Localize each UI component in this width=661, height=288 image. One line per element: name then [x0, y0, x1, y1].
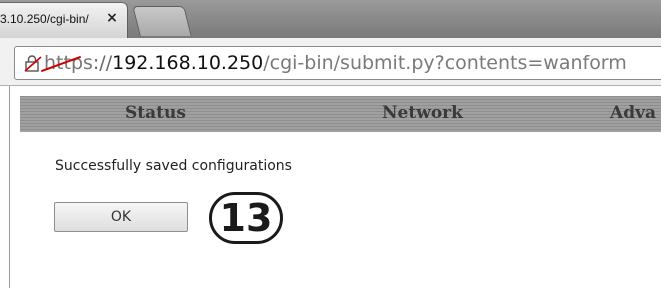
nav-item-network[interactable]: Network: [382, 103, 463, 123]
browser-tab[interactable]: 3.10.250/cgi-bin/ ×: [0, 2, 128, 38]
browser-toolbar: https://192.168.10.250/cgi-bin/submit.py…: [0, 38, 661, 86]
address-bar[interactable]: https://192.168.10.250/cgi-bin/submit.py…: [14, 46, 661, 80]
url-text: https://192.168.10.250/cgi-bin/submit.py…: [40, 51, 627, 75]
url-path: /cgi-bin/submit.py?contents=wanform: [263, 52, 627, 74]
router-nav-bar: Status Network Adva: [20, 96, 661, 132]
broken-lock-icon[interactable]: [24, 54, 42, 72]
tab-title: 3.10.250/cgi-bin/: [0, 12, 89, 26]
nav-item-advanced[interactable]: Adva: [610, 103, 656, 123]
url-separator: ://: [92, 52, 113, 74]
url-host: 192.168.10.250: [112, 52, 264, 74]
step-callout: 13: [209, 192, 283, 244]
status-message: Successfully saved configurations: [55, 158, 292, 174]
nav-item-status[interactable]: Status: [125, 103, 186, 123]
new-tab-button[interactable]: [132, 6, 192, 36]
url-scheme: https: [40, 52, 93, 74]
page-border: [9, 86, 10, 288]
close-tab-icon[interactable]: ×: [104, 9, 120, 27]
tab-strip: 3.10.250/cgi-bin/ ×: [0, 0, 661, 38]
ok-button[interactable]: OK: [54, 202, 188, 232]
